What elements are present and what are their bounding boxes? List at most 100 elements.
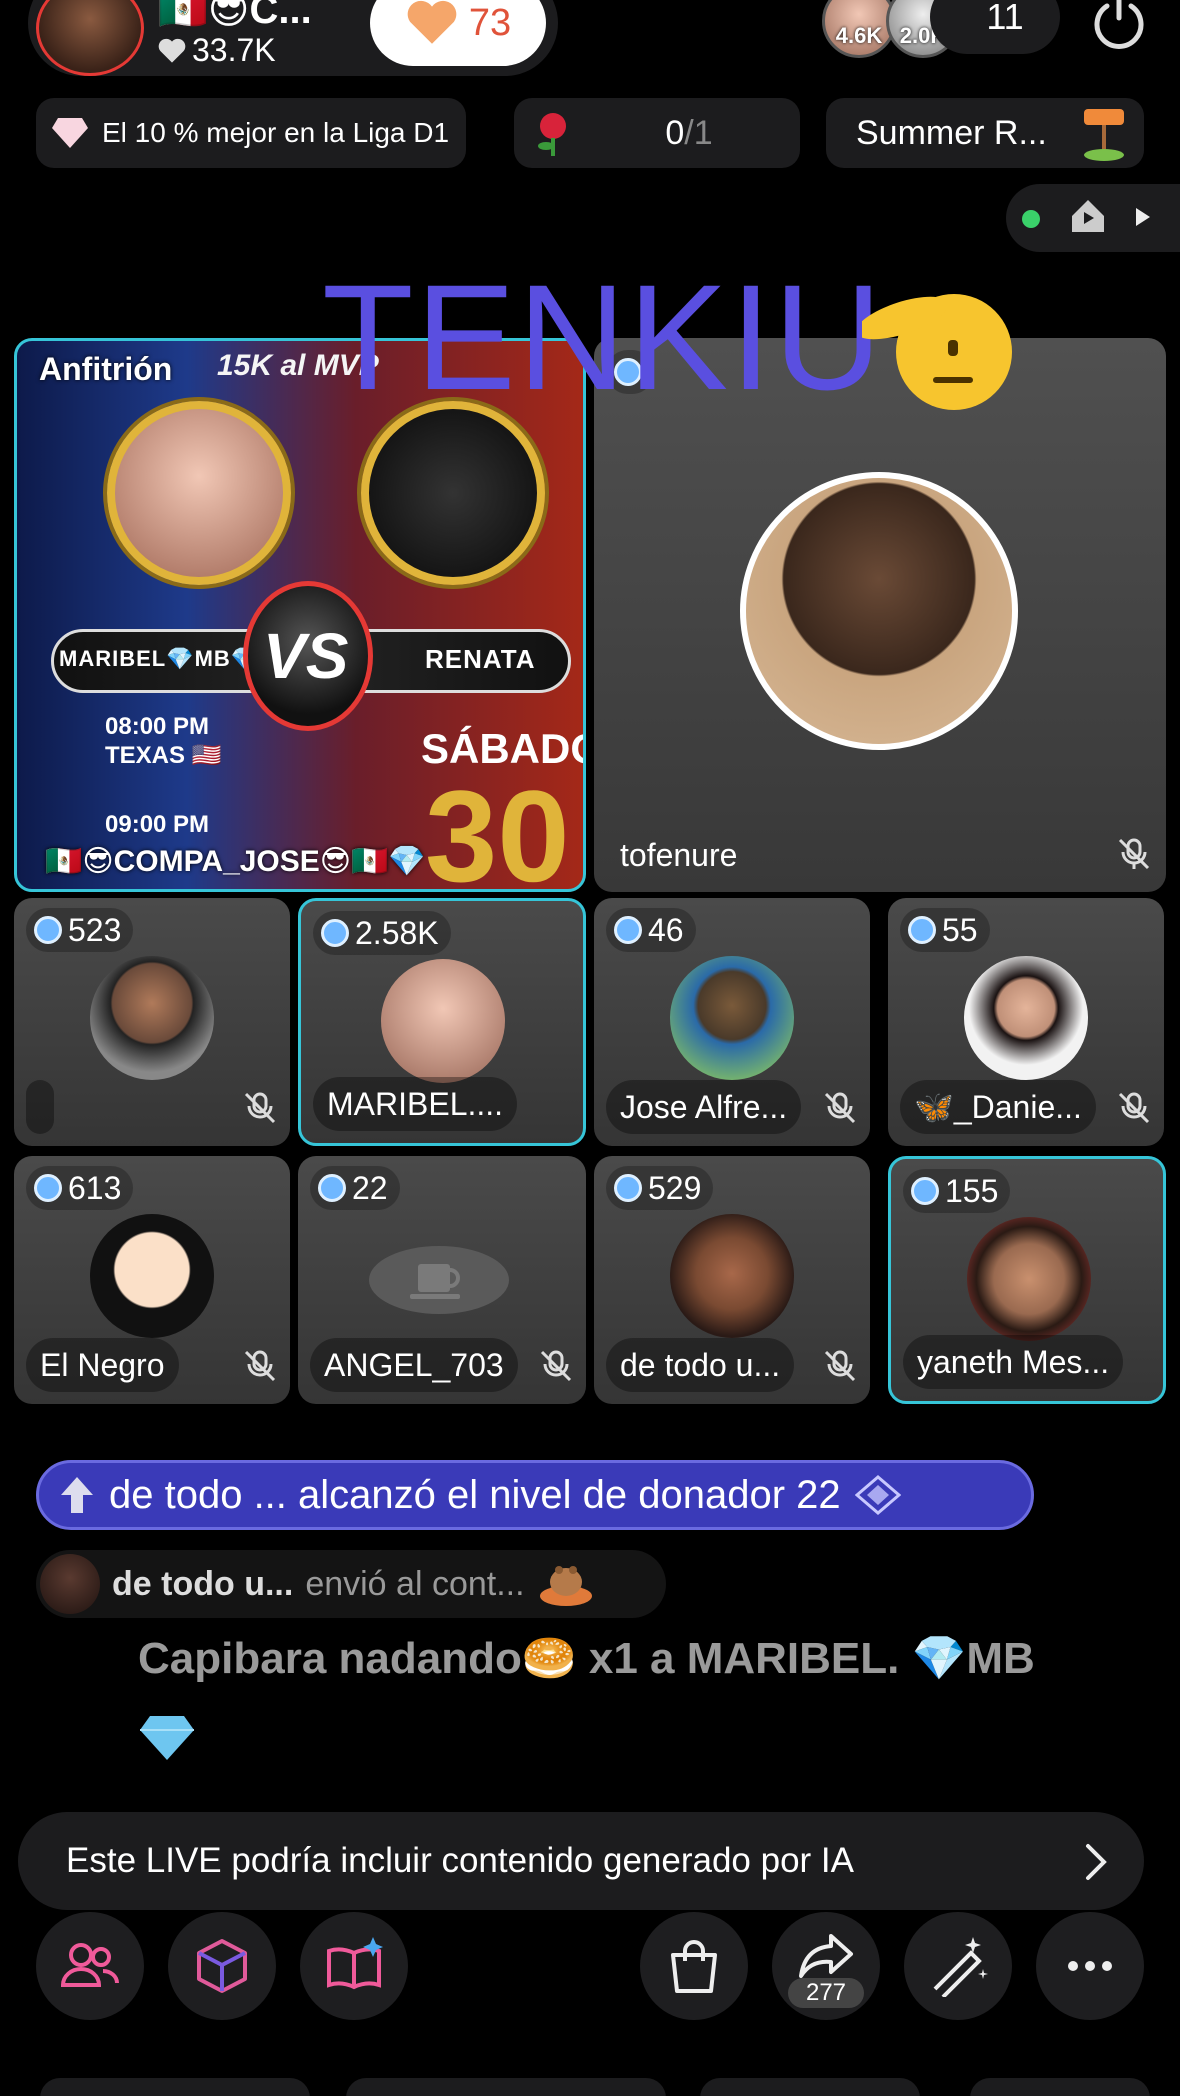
- guest-tile[interactable]: 523: [14, 898, 290, 1146]
- placeholder-cup-icon: [369, 1246, 509, 1314]
- gift-message[interactable]: de todo u... envió al cont...: [36, 1550, 666, 1618]
- guest-tile[interactable]: 613 El Negro: [14, 1156, 290, 1404]
- capybara-gift-icon: [539, 1566, 592, 1606]
- guest-video-tile[interactable]: tofenure: [594, 338, 1166, 892]
- ai-notice-text: Este LIVE podría incluir contenido gener…: [66, 1841, 854, 1880]
- saluting-face-icon: [862, 294, 1012, 410]
- start-sign-icon: [1084, 109, 1124, 161]
- follow-button[interactable]: 73: [370, 0, 546, 66]
- bag-icon: [671, 1940, 717, 1993]
- mic-muted-icon: [244, 1092, 276, 1124]
- coin-badge: 613: [26, 1166, 134, 1210]
- donor-level-banner: de todo ... alcanzó el nivel de donador …: [36, 1460, 1034, 1530]
- coin-count: 613: [68, 1169, 122, 1206]
- follow-count: 73: [468, 1, 512, 44]
- guest-name: [26, 1080, 54, 1134]
- diamond-icon: [52, 118, 88, 148]
- ai-content-notice[interactable]: Este LIVE podría incluir contenido gener…: [18, 1812, 1144, 1910]
- coin-count: 2.58K: [355, 914, 439, 951]
- effects-button[interactable]: [904, 1912, 1012, 2020]
- overlay-text: TENKIU: [322, 253, 885, 421]
- coin-count: 523: [68, 911, 122, 948]
- guest-tile[interactable]: 46 Jose Alfre...: [594, 898, 870, 1146]
- guest-tile[interactable]: 155 yaneth Mes...: [888, 1156, 1166, 1404]
- people-icon: [60, 1943, 119, 1987]
- guest-avatar: [967, 1217, 1091, 1341]
- vs-text: VS: [263, 620, 349, 692]
- guest-tile[interactable]: 22 ANGEL_703: [298, 1156, 586, 1404]
- guest-tile[interactable]: 55 🦋_Danie...: [888, 898, 1164, 1146]
- box-button[interactable]: [168, 1912, 276, 2020]
- poster-right-portrait: [361, 401, 545, 585]
- coin-badge: 22: [310, 1166, 400, 1210]
- coin-icon: [614, 1174, 642, 1202]
- coin-icon: [34, 916, 62, 944]
- host-video-tile[interactable]: 15K al MVP MARIBEL💎MB💎 RENATA VS 08:00 P…: [14, 338, 586, 892]
- coin-count: 22: [352, 1169, 388, 1206]
- rose-goal-count: 0/1: [578, 114, 800, 153]
- poster-date: 30: [425, 763, 570, 892]
- poster-time-1: 08:00 PM TEXAS 🇺🇸: [105, 713, 222, 769]
- shop-button[interactable]: [640, 1912, 748, 2020]
- rose-goal-pill[interactable]: 0/1: [514, 98, 800, 168]
- bottom-stub: [970, 2078, 1150, 2096]
- poster-left-name: MARIBEL💎MB💎: [59, 646, 260, 671]
- guest-avatar: [90, 1214, 214, 1338]
- more-button[interactable]: [1036, 1912, 1144, 2020]
- league-rank-text: El 10 % mejor en la Liga D1: [102, 117, 450, 148]
- viewer-coin-count: 4.6K: [835, 23, 883, 48]
- coin-count: 46: [648, 911, 684, 948]
- mic-muted-icon: [540, 1350, 572, 1382]
- guest-avatar: [740, 472, 1018, 750]
- guest-name: Jose Alfre...: [606, 1080, 802, 1134]
- guest-name: El Negro: [26, 1338, 179, 1392]
- home-icon[interactable]: [1068, 196, 1108, 236]
- user-avatar[interactable]: [40, 1554, 100, 1614]
- chevron-right-icon: [1086, 1844, 1107, 1880]
- guest-tile[interactable]: 2.58K MARIBEL....: [298, 898, 586, 1146]
- host-label: Anfitrión: [39, 351, 173, 387]
- coin-badge: 529: [606, 1166, 714, 1210]
- expand-arrow-icon[interactable]: [1136, 208, 1150, 226]
- share-button[interactable]: 277: [772, 1912, 880, 2020]
- diamond-emoji-icon: [140, 1716, 194, 1760]
- people-button[interactable]: [36, 1912, 144, 2020]
- gift-action: envió al cont...: [305, 1564, 525, 1603]
- mic-muted-icon: [244, 1350, 276, 1382]
- coin-badge: 155: [903, 1169, 1011, 1213]
- summer-event-pill[interactable]: Summer R...: [826, 98, 1144, 168]
- heart-icon: [158, 38, 186, 63]
- rose-total: /1: [684, 113, 713, 152]
- gift-username[interactable]: de todo u...: [112, 1565, 293, 1604]
- diamond-icon: [854, 1475, 901, 1515]
- host-likes: 33.7K: [158, 32, 276, 69]
- coin-icon: [911, 1177, 939, 1205]
- guest-name: MARIBEL....: [313, 1077, 518, 1131]
- guest-name: yaneth Mes...: [903, 1335, 1124, 1389]
- book-sparkle-icon: [327, 1937, 383, 1990]
- league-rank-pill[interactable]: El 10 % mejor en la Liga D1: [36, 98, 466, 168]
- coin-badge: 55: [900, 908, 990, 952]
- coin-badge: 523: [26, 908, 134, 952]
- box-icon: [197, 1939, 247, 1993]
- mic-muted-icon: [1118, 838, 1150, 870]
- bottom-stub: [40, 2078, 310, 2096]
- guest-avatar: [964, 956, 1088, 1080]
- guest-avatar: [90, 956, 214, 1080]
- rose-current: 0: [665, 113, 685, 152]
- viewer-count[interactable]: 11: [930, 0, 1060, 54]
- live-status-dot: [1022, 210, 1040, 228]
- book-button[interactable]: [300, 1912, 408, 2020]
- bottom-stub: [346, 2078, 666, 2096]
- guest-avatar: [670, 1214, 794, 1338]
- coin-icon: [321, 919, 349, 947]
- host-tile-name: 🇲🇽😎COMPA_JOSE😎🇲🇽💎: [45, 845, 426, 878]
- power-icon[interactable]: [1088, 0, 1150, 58]
- guest-tile[interactable]: 529 de todo u...: [594, 1156, 870, 1404]
- coin-icon: [908, 916, 936, 944]
- guest-avatar: [670, 956, 794, 1080]
- viewer-avatar[interactable]: 4.6K: [822, 0, 896, 58]
- share-count: 277: [788, 1978, 864, 2008]
- coin-count: 55: [942, 911, 978, 948]
- arrow-up-icon: [61, 1477, 93, 1513]
